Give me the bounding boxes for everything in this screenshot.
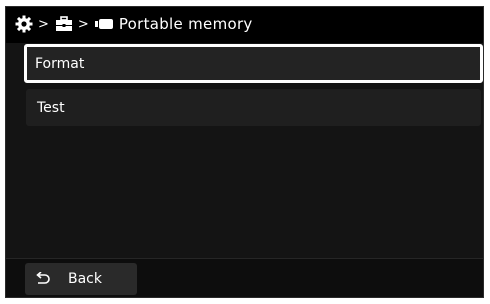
footer-bar: Back (6, 258, 483, 297)
back-button-label: Back (68, 271, 102, 287)
breadcrumb-separator: > (38, 16, 49, 32)
screen-frame: > > Portable memory Format Test Back (5, 6, 484, 298)
menu-item-label: Format (35, 55, 85, 72)
return-arrow-icon (36, 272, 50, 284)
menu-item-label: Test (37, 99, 65, 116)
header-bar: > > Portable memory (6, 7, 483, 43)
breadcrumb: > > Portable memory (15, 14, 253, 34)
page-title: Portable memory (118, 15, 253, 33)
menu-item-format[interactable]: Format (24, 44, 483, 83)
menu-item-test[interactable]: Test (26, 89, 481, 126)
breadcrumb-separator: > (77, 16, 89, 32)
gear-icon (15, 15, 33, 33)
toolbox-icon (55, 16, 72, 31)
back-button[interactable]: Back (25, 263, 137, 295)
memory-card-icon (94, 19, 113, 29)
